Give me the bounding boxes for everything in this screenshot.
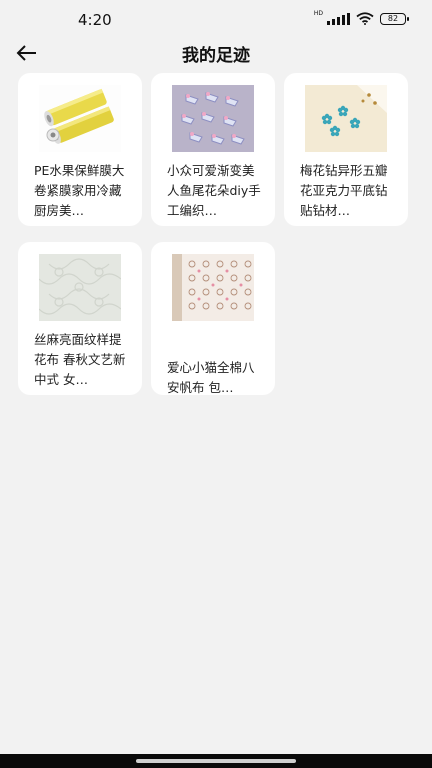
product-title: 小众可爱渐变美人鱼尾花朵diy手工编织… [167,163,261,218]
product-card[interactable]: PE水果保鲜膜大卷紧膜家用冷藏厨房美… [18,73,142,226]
product-card[interactable]: 爱心小猫全棉八安帆布 包… [151,242,275,395]
network-type-label: HD [313,10,323,17]
page-title: 我的足迹 [182,46,250,66]
product-image-jacquard-fabric [39,254,121,321]
product-card[interactable]: 小众可爱渐变美人鱼尾花朵diy手工编织… [151,73,275,226]
wifi-icon [356,12,374,25]
signal-icon [327,12,350,25]
product-card[interactable]: 梅花钻异形五瓣花亚克力平底钻贴钻材… [284,73,408,226]
product-image-mermaid-charms [172,85,254,152]
product-grid: PE水果保鲜膜大卷紧膜家用冷藏厨房美… 小众可爱渐变美人鱼尾花朵diy手工编织…… [18,73,414,395]
battery-icon: 82 [380,12,409,25]
product-title: 爱心小猫全棉八安帆布 包… [167,360,255,395]
header: 我的足迹 [0,38,432,68]
product-image-flower-rhinestones [305,85,387,152]
home-indicator[interactable] [0,754,432,768]
status-bar: 4:20 HD 82 [0,0,432,38]
product-title: PE水果保鲜膜大卷紧膜家用冷藏厨房美… [34,163,125,218]
product-card[interactable]: 丝麻亮面纹样提花布 春秋文艺新中式 女… [18,242,142,395]
product-image-cat-canvas [172,254,254,321]
status-time: 4:20 [78,11,112,29]
status-icons: HD 82 [313,10,409,25]
product-title: 丝麻亮面纹样提花布 春秋文艺新中式 女… [34,332,126,387]
product-image-cling-film [39,85,121,152]
product-title: 梅花钻异形五瓣花亚克力平底钻贴钻材… [300,163,388,218]
